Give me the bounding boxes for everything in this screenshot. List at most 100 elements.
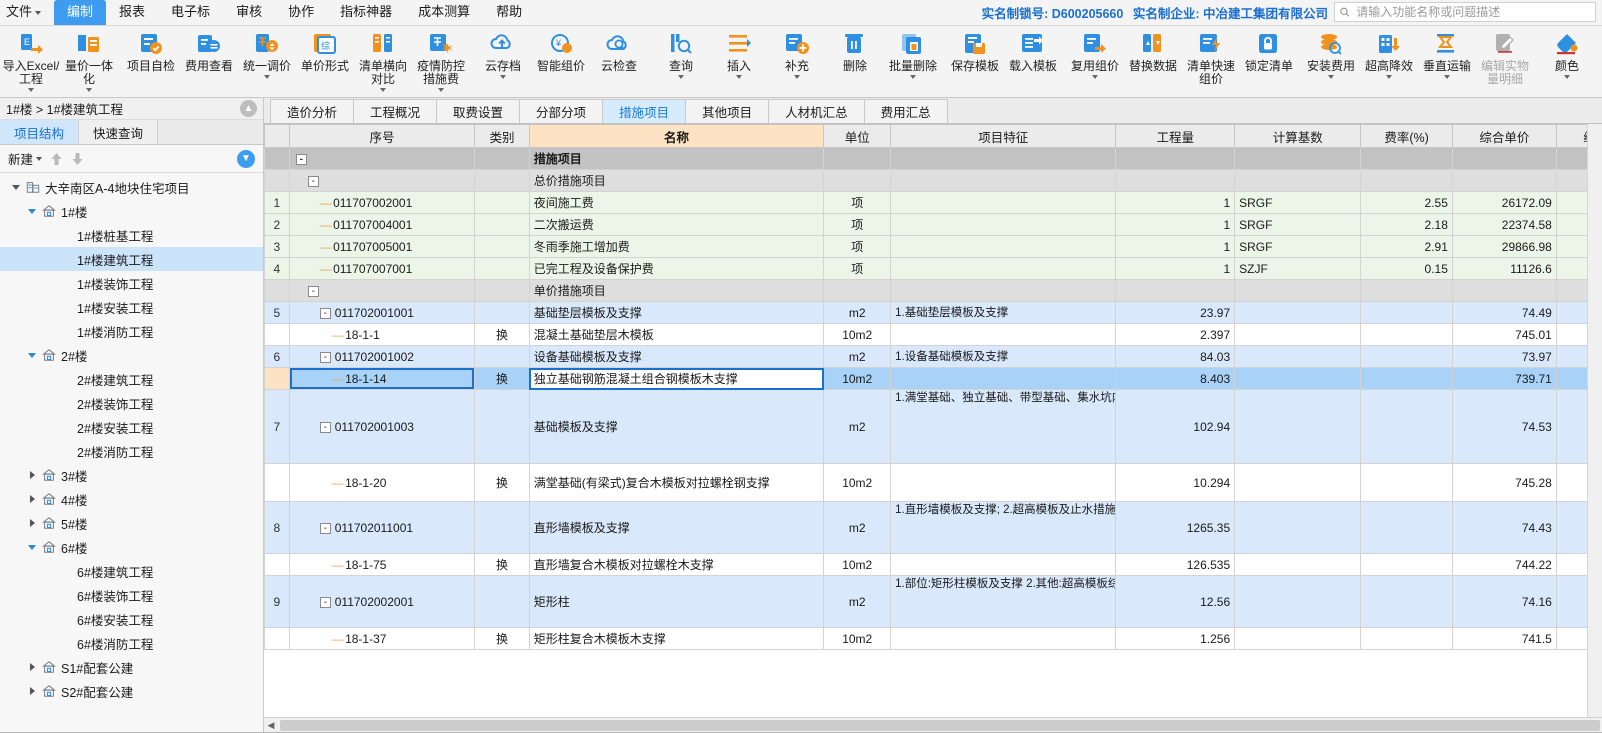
chevron-down-icon[interactable] xyxy=(380,88,386,92)
chevron-down-icon[interactable] xyxy=(910,75,916,79)
ribbon-button-5[interactable]: 统一调价 xyxy=(238,28,296,96)
cell-feature[interactable] xyxy=(890,463,1117,502)
menu-item-0[interactable]: 文件 xyxy=(0,0,54,25)
cell-name[interactable]: 基础垫层模板及支撑 xyxy=(528,301,825,324)
ribbon-button-33[interactable]: 颜色 xyxy=(1538,28,1596,96)
chevron-right-icon[interactable] xyxy=(24,471,40,479)
cell-cat[interactable]: 换 xyxy=(474,323,530,346)
chevron-down-icon[interactable] xyxy=(8,184,24,190)
menu-item-2[interactable]: 报表 xyxy=(106,0,158,25)
cell-code[interactable]: — 18-1-20 xyxy=(288,463,476,502)
chevron-right-icon[interactable] xyxy=(24,687,40,695)
cell-uprice[interactable]: 74.53 xyxy=(1451,389,1557,464)
chevron-down-icon[interactable] xyxy=(678,75,684,79)
chevron-down-icon[interactable] xyxy=(28,88,34,92)
cell-rowno[interactable] xyxy=(264,627,290,650)
cell-feature[interactable] xyxy=(890,323,1117,346)
cell-rate[interactable] xyxy=(1360,169,1453,192)
chevron-right-icon[interactable] xyxy=(24,663,40,671)
column-header-base[interactable]: 计算基数 xyxy=(1234,124,1362,148)
cell-unit[interactable]: 项 xyxy=(823,257,892,280)
cell-unit[interactable]: 项 xyxy=(823,213,892,236)
cell-uprice[interactable]: 29866.98 xyxy=(1451,235,1557,258)
ribbon-button-17[interactable]: 删除 xyxy=(826,28,884,96)
main-tab-0[interactable]: 造价分析 xyxy=(270,99,355,123)
cell-unit[interactable]: m2 xyxy=(823,575,892,628)
cell-uprice[interactable]: 745.01 xyxy=(1451,323,1557,346)
cell-qty[interactable] xyxy=(1115,279,1236,302)
cell-uprice[interactable] xyxy=(1451,169,1557,192)
main-tab-4[interactable]: 措施项目 xyxy=(602,99,687,123)
cell-cat[interactable] xyxy=(474,279,530,302)
cell-rate[interactable] xyxy=(1360,501,1453,554)
left-tab-1[interactable]: 快速查询 xyxy=(79,120,159,144)
ribbon-button-1[interactable]: 量价一体化 xyxy=(60,28,118,96)
cell-base[interactable] xyxy=(1234,345,1362,368)
ribbon-button-23[interactable]: 复用组价 xyxy=(1066,28,1124,96)
collapse-icon[interactable]: ▲ xyxy=(240,100,257,117)
cell-rate[interactable]: 2.18 xyxy=(1360,213,1453,236)
cell-uprice[interactable]: 73.97 xyxy=(1451,345,1557,368)
cell-qty[interactable]: 2.397 xyxy=(1115,323,1236,346)
cell-cat[interactable] xyxy=(474,301,530,324)
ribbon-button-21[interactable]: 载入模板 xyxy=(1004,28,1062,96)
vertical-scrollbar[interactable] xyxy=(1587,124,1602,717)
cell-cat[interactable] xyxy=(474,501,530,554)
expand-collapse-icon[interactable]: - xyxy=(319,522,331,534)
cell-rate[interactable] xyxy=(1360,389,1453,464)
expand-collapse-icon[interactable]: - xyxy=(307,285,319,297)
cell-name[interactable]: 夜间施工费 xyxy=(528,191,825,214)
horizontal-scrollbar[interactable]: ◀ xyxy=(264,717,1602,732)
chevron-down-icon[interactable] xyxy=(24,352,40,358)
ribbon-button-14[interactable]: 查询 xyxy=(652,28,710,96)
cell-base[interactable] xyxy=(1234,463,1362,502)
cell-rate[interactable] xyxy=(1360,301,1453,324)
chevron-right-icon[interactable] xyxy=(24,519,40,527)
main-tab-1[interactable]: 工程概况 xyxy=(353,99,438,123)
table-row[interactable]: 6-011702001002 设备基础模板及支撑 m2 1.设备基础模板及支撑 84.0… xyxy=(264,345,1587,368)
cell-base[interactable] xyxy=(1234,501,1362,554)
tree-node-19[interactable]: 6#楼消防工程 xyxy=(0,631,263,655)
cell-cat[interactable] xyxy=(474,257,530,280)
cell-name[interactable]: 二次搬运费 xyxy=(528,213,825,236)
tree-node-18[interactable]: 6#楼安装工程 xyxy=(0,607,263,631)
cell-name[interactable]: 直形墙模板及支撑 xyxy=(528,501,825,554)
chevron-down-icon[interactable] xyxy=(438,88,444,92)
cell-uprice[interactable]: 22374.58 xyxy=(1451,213,1557,236)
scroll-thumb[interactable] xyxy=(280,719,1600,731)
tree-node-5[interactable]: 1#楼安装工程 xyxy=(0,295,263,319)
cell-base[interactable] xyxy=(1234,627,1362,650)
tree-node-8[interactable]: 2#楼建筑工程 xyxy=(0,367,263,391)
cell-rowno[interactable] xyxy=(264,169,290,192)
cell-base[interactable]: SRGF xyxy=(1234,235,1362,258)
cell-tprice[interactable]: 22374.58 xyxy=(1555,213,1587,236)
cell-feature[interactable] xyxy=(890,553,1117,576)
cell-rowno[interactable]: 9 xyxy=(264,575,290,628)
tree-node-14[interactable]: 5#楼 xyxy=(0,511,263,535)
cell-unit[interactable]: m2 xyxy=(823,345,892,368)
column-header-rate[interactable]: 费率(%) xyxy=(1360,124,1453,148)
cell-cat[interactable] xyxy=(474,575,530,628)
cell-rowno[interactable] xyxy=(264,553,290,576)
cell-rowno[interactable]: 4 xyxy=(264,257,290,280)
main-tab-7[interactable]: 费用汇总 xyxy=(863,99,948,123)
chevron-down-icon[interactable] xyxy=(1386,75,1392,79)
cell-qty[interactable]: 12.56 xyxy=(1115,575,1236,628)
cell-tprice[interactable]: 1802917.66 xyxy=(1555,147,1587,170)
cell-tprice[interactable]: 94169.88 xyxy=(1555,553,1587,576)
cell-rate[interactable] xyxy=(1360,553,1453,576)
tree-node-6[interactable]: 1#楼消防工程 xyxy=(0,319,263,343)
cell-rate[interactable]: 2.91 xyxy=(1360,235,1453,258)
expand-collapse-icon[interactable]: - xyxy=(307,175,319,187)
table-row[interactable]: 7-011702001003 基础模板及支撑 m2 1.满堂基础、独立基础、带型基础、… xyxy=(264,389,1587,464)
cell-code[interactable]: — 18-1-75 xyxy=(288,553,476,576)
cell-name[interactable]: 独立基础钢筋混凝土组合钢模板木支撑 xyxy=(528,367,825,390)
cell-qty[interactable]: 8.403 xyxy=(1115,367,1236,390)
cell-name[interactable]: 已完工程及设备保护费 xyxy=(528,257,825,280)
menu-item-3[interactable]: 电子标 xyxy=(158,0,223,25)
cell-tprice[interactable]: 6215.7 xyxy=(1555,345,1587,368)
tree-node-10[interactable]: 2#楼安装工程 xyxy=(0,415,263,439)
cell-feature[interactable]: 1.部位:矩形柱模板及支撑 2.其他:超高模板综合考虑 xyxy=(890,575,1117,628)
tree-node-1[interactable]: 1#楼 xyxy=(0,199,263,223)
cell-unit[interactable]: m2 xyxy=(823,301,892,324)
